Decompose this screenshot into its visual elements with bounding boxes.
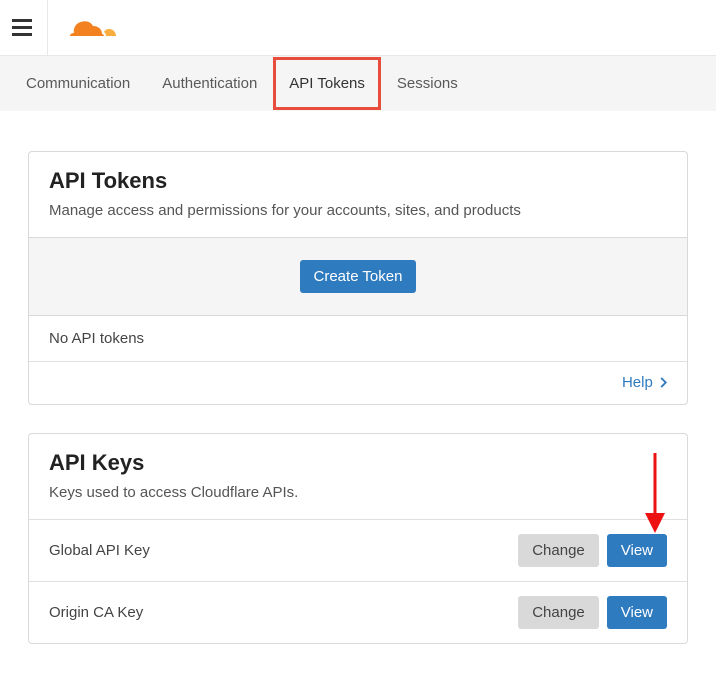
tabs-bar: Communication Authentication API Tokens … [0, 56, 716, 111]
create-token-bar: Create Token [29, 237, 687, 316]
api-tokens-title: API Tokens [49, 168, 667, 194]
api-tokens-header: API Tokens Manage access and permissions… [29, 152, 687, 237]
tab-communication[interactable]: Communication [10, 57, 146, 110]
api-keys-header: API Keys Keys used to access Cloudflare … [29, 434, 687, 519]
key-actions: Change View [518, 534, 667, 567]
change-button[interactable]: Change [518, 596, 599, 629]
key-name: Origin CA Key [49, 604, 143, 621]
help-row: Help [29, 361, 687, 404]
help-label: Help [622, 374, 653, 391]
api-keys-title: API Keys [49, 450, 667, 476]
api-keys-subtitle: Keys used to access Cloudflare APIs. [49, 484, 667, 501]
change-button[interactable]: Change [518, 534, 599, 567]
create-token-button[interactable]: Create Token [300, 260, 417, 293]
top-bar [0, 0, 716, 56]
chevron-right-icon [659, 377, 667, 388]
tab-authentication[interactable]: Authentication [146, 57, 273, 110]
key-row-origin: Origin CA Key Change View [29, 581, 687, 643]
api-tokens-subtitle: Manage access and permissions for your a… [49, 202, 667, 219]
key-actions: Change View [518, 596, 667, 629]
no-tokens-text: No API tokens [29, 316, 687, 361]
cloudflare-logo[interactable] [68, 16, 118, 40]
tab-sessions[interactable]: Sessions [381, 57, 474, 110]
view-button[interactable]: View [607, 596, 667, 629]
api-tokens-panel: API Tokens Manage access and permissions… [28, 151, 688, 405]
tab-api-tokens[interactable]: API Tokens [273, 57, 381, 110]
key-row-global: Global API Key Change View [29, 519, 687, 581]
key-name: Global API Key [49, 542, 150, 559]
hamburger-menu-icon[interactable] [8, 0, 48, 56]
view-button[interactable]: View [607, 534, 667, 567]
help-link[interactable]: Help [622, 374, 667, 391]
api-keys-panel: API Keys Keys used to access Cloudflare … [28, 433, 688, 644]
content-area: API Tokens Manage access and permissions… [0, 111, 716, 682]
